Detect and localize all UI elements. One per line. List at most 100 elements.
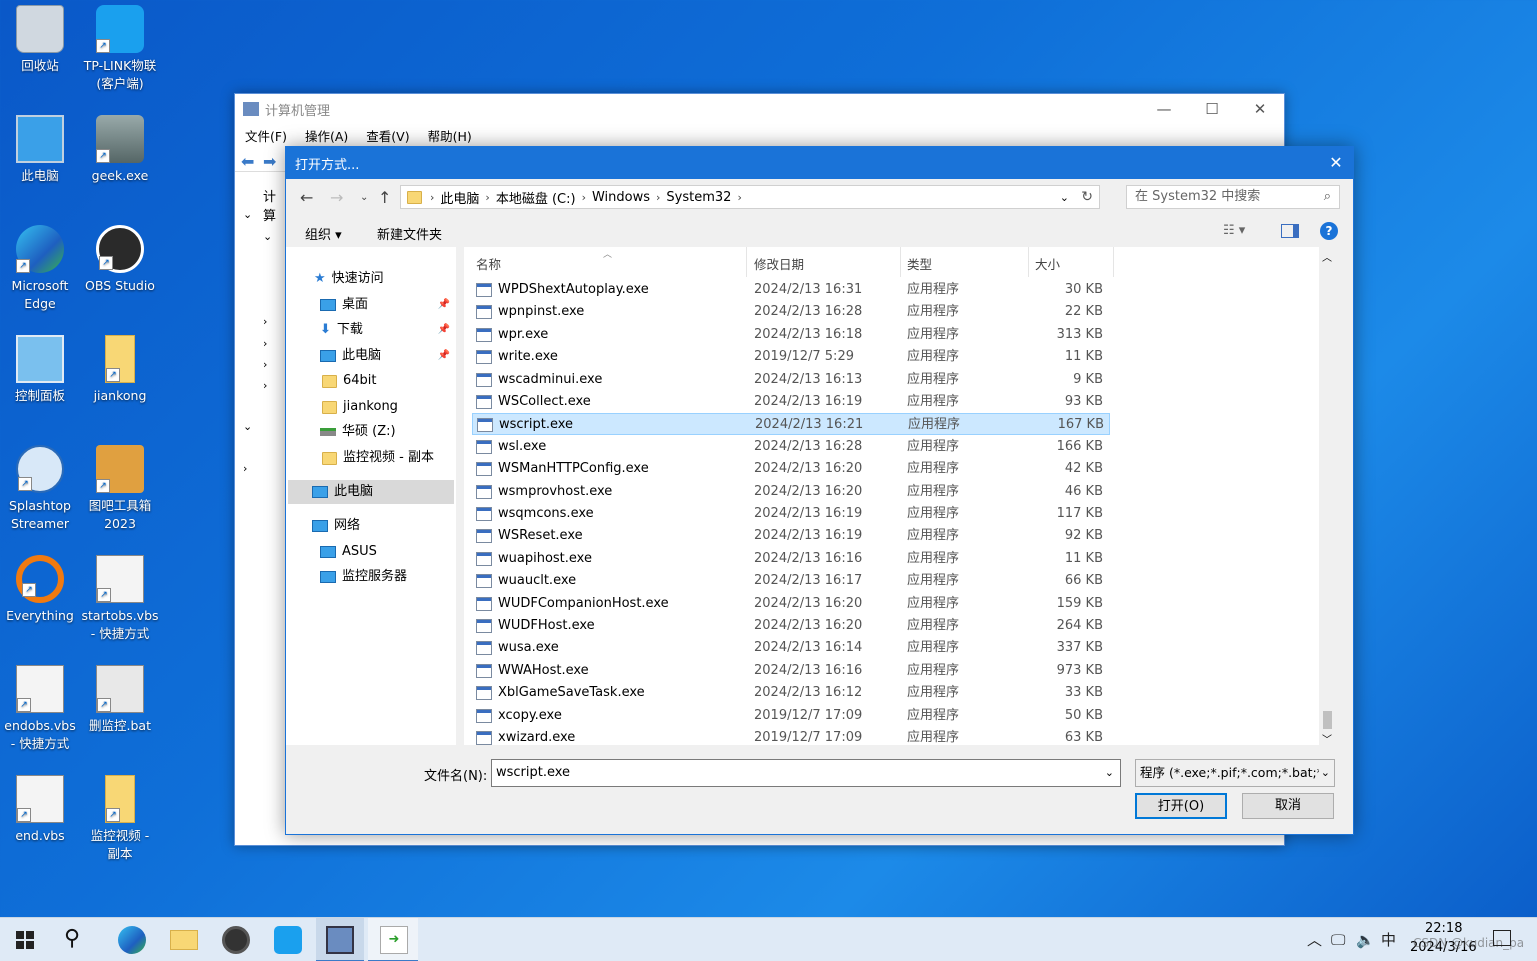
file-row[interactable]: wpr.exe 2024/2/13 16:18 应用程序 313 KB — [472, 324, 1110, 346]
new-folder-button[interactable]: 新建文件夹 — [377, 224, 442, 243]
file-row[interactable]: wsl.exe 2024/2/13 16:28 应用程序 166 KB — [472, 436, 1110, 458]
file-row[interactable]: wusa.exe 2024/2/13 16:14 应用程序 337 KB — [472, 637, 1110, 659]
file-row[interactable]: wuauclt.exe 2024/2/13 16:17 应用程序 66 KB — [472, 570, 1110, 592]
nav-64bit[interactable]: 64bit — [322, 369, 377, 393]
close-button[interactable]: ✕ — [1236, 94, 1284, 124]
ime-indicator[interactable]: 中 — [1381, 918, 1396, 961]
breadcrumb-windows[interactable]: Windows — [586, 190, 656, 205]
refresh-icon[interactable]: ↻ — [1081, 189, 1093, 205]
back-arrow-icon[interactable]: ← — [300, 188, 313, 207]
scroll-up-icon[interactable]: ︿ — [1322, 249, 1332, 264]
desktop-shortcut[interactable]: ↗ Everything — [0, 555, 80, 625]
chevron-right-icon[interactable]: › — [263, 358, 267, 371]
nav-desktop[interactable]: 桌面 📌 — [320, 293, 450, 317]
open-button[interactable]: 打开(O) — [1135, 793, 1227, 819]
forward-arrow-icon[interactable]: ➡ — [263, 152, 276, 171]
nav-video-copy[interactable]: 监控视频 - 副本 — [322, 446, 434, 470]
tree-root-label[interactable]: 计算 — [263, 186, 286, 224]
nav-monitor-server[interactable]: 监控服务器 — [320, 565, 407, 589]
chevron-right-icon[interactable]: › — [243, 462, 247, 475]
organize-button[interactable]: 组织 ▾ — [305, 224, 342, 243]
chevron-right-icon[interactable]: › — [263, 379, 267, 392]
desktop-shortcut[interactable]: ↗ geek.exe — [80, 115, 160, 185]
column-header-date[interactable]: 修改日期 — [754, 253, 804, 277]
desktop-shortcut[interactable]: ↗ Microsoft Edge — [0, 225, 80, 313]
column-header-name[interactable]: 名称 — [476, 253, 501, 277]
search-input[interactable]: 在 System32 中搜索 ⌕ — [1126, 185, 1340, 209]
file-row[interactable]: wsqmcons.exe 2024/2/13 16:19 应用程序 117 KB — [472, 503, 1110, 525]
recent-chevron-icon[interactable]: ⌄ — [360, 192, 368, 203]
file-explorer-icon[interactable] — [170, 930, 198, 950]
desktop-shortcut[interactable]: 回收站 — [0, 5, 80, 75]
desktop-shortcut[interactable]: 此电脑 — [0, 115, 80, 185]
dialog-close-button[interactable]: ✕ — [1319, 147, 1353, 179]
file-row[interactable]: xcopy.exe 2019/12/7 17:09 应用程序 50 KB — [472, 705, 1110, 727]
menu-action[interactable]: 操作(A) — [305, 126, 348, 145]
nav-this-pc-quick[interactable]: 此电脑 📌 — [320, 344, 450, 368]
edge-icon[interactable] — [118, 926, 146, 954]
breadcrumb-system32[interactable]: System32 — [660, 190, 737, 205]
menu-view[interactable]: 查看(V) — [366, 126, 409, 145]
desktop-shortcut[interactable]: ↗ OBS Studio — [80, 225, 160, 295]
file-row[interactable]: WUDFCompanionHost.exe 2024/2/13 16:20 应用程序… — [472, 593, 1110, 615]
chevron-down-icon[interactable]: ⌄ — [1105, 760, 1114, 786]
chevron-down-icon[interactable]: ⌄ — [243, 420, 252, 433]
nav-jiankong[interactable]: jiankong — [322, 395, 398, 419]
filename-input[interactable]: wscript.exe ⌄ — [491, 759, 1121, 787]
breadcrumb-c-drive[interactable]: 本地磁盘 (C:) — [490, 188, 582, 207]
chevron-right-icon[interactable]: › — [263, 337, 267, 350]
obs-icon[interactable] — [222, 926, 250, 954]
nav-asus[interactable]: ASUS — [320, 540, 377, 564]
file-row[interactable]: WPDShextAutoplay.exe 2024/2/13 16:31 应用程序 3… — [472, 279, 1110, 301]
windows-start-icon[interactable] — [16, 931, 34, 949]
nav-quick-access[interactable]: ★ 快速访问 — [314, 267, 384, 291]
address-dropdown-icon[interactable]: ⌄ — [1060, 191, 1069, 204]
filetype-select[interactable]: 程序 (*.exe;*.pif;*.com;*.bat;*. ⌄ — [1135, 759, 1335, 787]
nav-this-pc[interactable]: 此电脑 — [288, 480, 454, 504]
column-header-size[interactable]: 大小 — [1035, 253, 1060, 277]
column-header-type[interactable]: 类型 — [907, 253, 932, 277]
chevron-right-icon[interactable]: › — [263, 315, 267, 328]
desktop-shortcut[interactable]: ↗ end.vbs — [0, 775, 80, 845]
maximize-button[interactable]: ☐ — [1188, 94, 1236, 124]
nav-network[interactable]: 网络 — [312, 514, 360, 538]
file-row[interactable]: XblGameSaveTask.exe 2024/2/13 16:12 应用程序 33… — [472, 682, 1110, 704]
file-row[interactable]: wscadminui.exe 2024/2/13 16:13 应用程序 9 KB — [472, 369, 1110, 391]
file-row[interactable]: WSCollect.exe 2024/2/13 16:19 应用程序 93 KB — [472, 391, 1110, 413]
chevron-down-icon[interactable]: ⌄ — [243, 208, 252, 221]
file-row[interactable]: WWAHost.exe 2024/2/13 16:16 应用程序 973 KB — [472, 660, 1110, 682]
vertical-scrollbar[interactable]: ︿ ﹀ — [1319, 247, 1336, 745]
scroll-thumb[interactable] — [1323, 711, 1332, 729]
cancel-button[interactable]: 取消 — [1242, 793, 1334, 819]
file-row[interactable]: write.exe 2019/12/7 5:29 应用程序 11 KB — [472, 346, 1110, 368]
up-arrow-icon[interactable]: ↑ — [378, 188, 391, 207]
clock-time[interactable]: 22:18 — [1425, 921, 1462, 936]
view-options-icon[interactable]: ☷ ▾ — [1223, 223, 1245, 238]
desktop-shortcut[interactable]: ↗ 图吧工具箱 2023 — [80, 445, 160, 533]
file-row[interactable]: WSManHTTPConfig.exe 2024/2/13 16:20 应用程序 42… — [472, 458, 1110, 480]
open-with-app-icon[interactable]: ➜ — [380, 926, 408, 954]
notification-icon[interactable] — [1493, 930, 1511, 946]
network-icon[interactable]: 🖵 — [1331, 918, 1345, 961]
file-row[interactable]: wuapihost.exe 2024/2/13 16:16 应用程序 11 KB — [472, 548, 1110, 570]
search-icon[interactable]: ⚲ — [64, 926, 92, 954]
preview-pane-icon[interactable] — [1281, 224, 1299, 238]
help-icon[interactable]: ? — [1320, 222, 1338, 240]
desktop-shortcut[interactable]: 控制面板 — [0, 335, 80, 405]
desktop-shortcut[interactable]: ↗ TP-LINK物联 (客户端) — [80, 5, 160, 93]
file-row[interactable]: wscript.exe 2024/2/13 16:21 应用程序 167 KB — [472, 413, 1110, 436]
nav-downloads[interactable]: ⬇ 下载 📌 — [320, 318, 450, 342]
desktop-shortcut[interactable]: ↗ 监控视频 - 副本 — [80, 775, 160, 863]
menu-help[interactable]: 帮助(H) — [428, 126, 472, 145]
desktop-shortcut[interactable]: ↗ 删监控.bat — [80, 665, 160, 735]
tray-chevron-up-icon[interactable]: ︿ — [1307, 918, 1322, 961]
chevron-down-icon[interactable]: ⌄ — [1318, 760, 1330, 786]
computer-management-icon[interactable] — [326, 926, 354, 954]
desktop-shortcut[interactable]: ↗ startobs.vbs - 快捷方式 — [80, 555, 160, 643]
forward-arrow-icon[interactable]: → — [330, 188, 343, 207]
file-row[interactable]: WUDFHost.exe 2024/2/13 16:20 应用程序 264 KB — [472, 615, 1110, 637]
volume-icon[interactable]: 🔈 — [1356, 918, 1375, 961]
desktop-shortcut[interactable]: ↗ jiankong — [80, 335, 160, 405]
scroll-down-icon[interactable]: ﹀ — [1322, 731, 1332, 745]
minimize-button[interactable]: — — [1140, 94, 1188, 124]
